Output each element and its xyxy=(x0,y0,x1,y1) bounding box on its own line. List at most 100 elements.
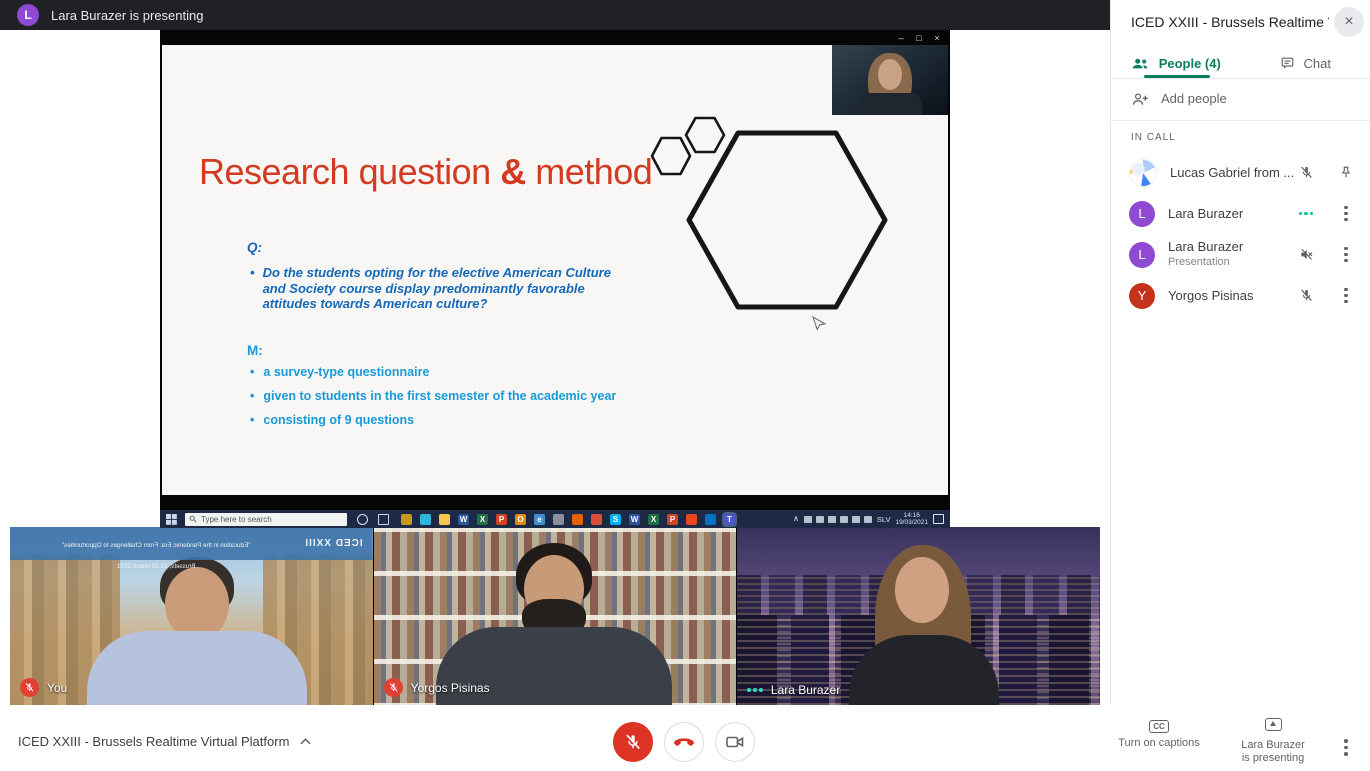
more-options-icon[interactable] xyxy=(1344,739,1348,756)
window-controls: – □ × xyxy=(894,32,944,44)
taskbar-edge-icon[interactable] xyxy=(420,514,431,525)
tray-volume-icon[interactable] xyxy=(840,516,848,523)
mouse-cursor xyxy=(813,317,825,330)
system-tray: ∧ SLV 14:16 19/03/2021 xyxy=(793,512,944,527)
tray-language[interactable]: SLV xyxy=(877,515,891,524)
add-people-button[interactable]: Add people xyxy=(1131,91,1227,106)
participant-row[interactable]: L Lara Burazer Presentation xyxy=(1111,234,1370,275)
taskbar-app-icons: WXPOeSWXPT xyxy=(401,514,735,525)
tray-clock[interactable]: 14:16 19/03/2021 xyxy=(895,512,928,527)
taskbar-teams-icon[interactable]: T xyxy=(724,514,735,525)
participant-name: Lara Burazer xyxy=(771,683,840,697)
presenting-line2: is presenting xyxy=(1242,752,1304,764)
tray-pen-icon[interactable] xyxy=(828,516,836,523)
mic-muted-icon xyxy=(384,678,403,697)
maximize-icon[interactable]: □ xyxy=(912,32,926,44)
slide-m-bullet: • given to students in the first semeste… xyxy=(250,389,670,403)
video-tile-you[interactable]: ICED XXIII 23rd International Conference… xyxy=(10,527,373,705)
taskbar-firefox-icon[interactable] xyxy=(572,514,583,525)
task-view-icon[interactable] xyxy=(378,514,389,525)
meeting-details-panel: ICED XXIII - Brussels Realtime Virt... ×… xyxy=(1110,0,1370,705)
minimize-icon[interactable]: – xyxy=(894,32,908,44)
participant-row[interactable]: L Lara Burazer xyxy=(1111,193,1370,234)
taskbar-acrobat-icon[interactable] xyxy=(686,514,697,525)
taskbar-chrome-icon[interactable] xyxy=(591,514,602,525)
taskbar-internet-explorer-icon[interactable]: e xyxy=(534,514,545,525)
banner-line3: Brussels, 19-30 March 2021 xyxy=(117,563,196,570)
microphone-mute-button[interactable] xyxy=(613,722,653,762)
taskbar-skype-icon[interactable]: S xyxy=(610,514,621,525)
taskbar-powerpoint-icon[interactable]: P xyxy=(496,514,507,525)
webcam-person-face xyxy=(878,59,902,90)
person-add-icon xyxy=(1131,92,1149,106)
taskbar-search-placeholder: Type here to search xyxy=(201,515,272,524)
slide-m-bullet-text: a survey-type questionnaire xyxy=(263,365,429,379)
taskbar-search-input[interactable]: Type here to search xyxy=(185,513,347,526)
avatar: L xyxy=(17,4,39,26)
slide-q-bullet: • Do the students opting for the electiv… xyxy=(250,265,622,312)
close-icon[interactable]: × xyxy=(930,32,944,44)
slide-q-bullet-text: Do the students opting for the elective … xyxy=(263,265,622,312)
overflow-menu-icon[interactable] xyxy=(1338,206,1354,222)
participant-row[interactable]: Lucas Gabriel from ... (You) xyxy=(1111,152,1370,193)
tray-chevron-up-icon[interactable]: ∧ xyxy=(793,515,799,523)
camera-icon xyxy=(725,734,745,750)
bullet-glyph: • xyxy=(250,365,254,379)
pin-icon[interactable] xyxy=(1338,165,1354,181)
tray-date: 19/03/2021 xyxy=(895,519,928,526)
tray-folder-icon[interactable] xyxy=(804,516,812,523)
presenter-webcam-overlay xyxy=(832,45,948,115)
video-tile-yorgos[interactable]: Yorgos Pisinas xyxy=(374,527,737,705)
taskbar-office-icon[interactable]: O xyxy=(515,514,526,525)
tray-keyboard-icon[interactable] xyxy=(864,516,872,523)
meeting-name[interactable]: ICED XXIII - Brussels Realtime Virtual P… xyxy=(18,734,311,749)
audio-off-icon xyxy=(1298,247,1314,263)
participant-name: Yorgos Pisinas xyxy=(1168,289,1298,303)
webcam-person-body xyxy=(860,93,922,115)
participant-row[interactable]: Y Yorgos Pisinas xyxy=(1111,275,1370,316)
taskbar-windows-security-icon[interactable] xyxy=(401,514,412,525)
action-center-icon[interactable] xyxy=(933,514,944,524)
tab-chat[interactable]: Chat xyxy=(1241,48,1370,78)
participant-list: Lucas Gabriel from ... (You) xyxy=(1111,152,1370,316)
in-call-section-label: IN CALL xyxy=(1131,132,1176,143)
camera-toggle-button[interactable] xyxy=(715,722,755,762)
participant-subtitle: Presentation xyxy=(1168,256,1230,268)
captions-icon: CC xyxy=(1149,720,1169,733)
bullet-glyph: • xyxy=(250,413,254,427)
taskbar-outlook-icon[interactable] xyxy=(705,514,716,525)
end-call-button[interactable] xyxy=(664,722,704,762)
tray-shield-icon[interactable] xyxy=(852,516,860,523)
slide-title: Research question & method xyxy=(199,151,652,193)
tray-cloud-icon[interactable] xyxy=(816,516,824,523)
avatar: Y xyxy=(1129,283,1155,309)
panel-title: ICED XXIII - Brussels Realtime Virt... xyxy=(1131,14,1329,30)
presenter-status-bar: L Lara Burazer is presenting xyxy=(0,0,1110,30)
video-tile-lara[interactable]: Lara Burazer xyxy=(737,527,1100,705)
presenting-status-button[interactable]: Lara Burazer is presenting xyxy=(1226,718,1320,765)
taskbar-powerpoint-2-icon[interactable]: P xyxy=(667,514,678,525)
participant-avatar-image xyxy=(1129,159,1157,187)
taskbar-word-icon[interactable]: W xyxy=(458,514,469,525)
overflow-menu-icon[interactable] xyxy=(1338,288,1354,304)
mic-off-icon xyxy=(1298,288,1314,304)
bullet-glyph: • xyxy=(250,389,254,403)
tile-name-label: Yorgos Pisinas xyxy=(384,678,490,697)
presentation-slide: Research question & method Q: • Do the s… xyxy=(162,45,948,495)
taskbar-word-2-icon[interactable]: W xyxy=(629,514,640,525)
windows-start-icon[interactable] xyxy=(166,514,177,525)
overflow-menu-icon[interactable] xyxy=(1338,247,1354,263)
taskbar-excel-icon[interactable]: X xyxy=(477,514,488,525)
turn-on-captions-button[interactable]: CC Turn on captions xyxy=(1112,720,1206,749)
taskbar-calculator-icon[interactable] xyxy=(553,514,564,525)
cortana-icon[interactable] xyxy=(357,514,368,525)
bullet-glyph: • xyxy=(250,265,255,312)
taskbar-file-explorer-icon[interactable] xyxy=(439,514,450,525)
panel-tabs: People (4) Chat xyxy=(1111,48,1370,78)
tab-people[interactable]: People (4) xyxy=(1111,48,1241,78)
participant-name: Lara Burazer xyxy=(1168,240,1243,254)
tray-time: 14:16 xyxy=(904,512,920,519)
participant-name: Lara Burazer xyxy=(1168,207,1298,221)
close-panel-icon[interactable]: × xyxy=(1334,7,1364,37)
taskbar-excel-2-icon[interactable]: X xyxy=(648,514,659,525)
